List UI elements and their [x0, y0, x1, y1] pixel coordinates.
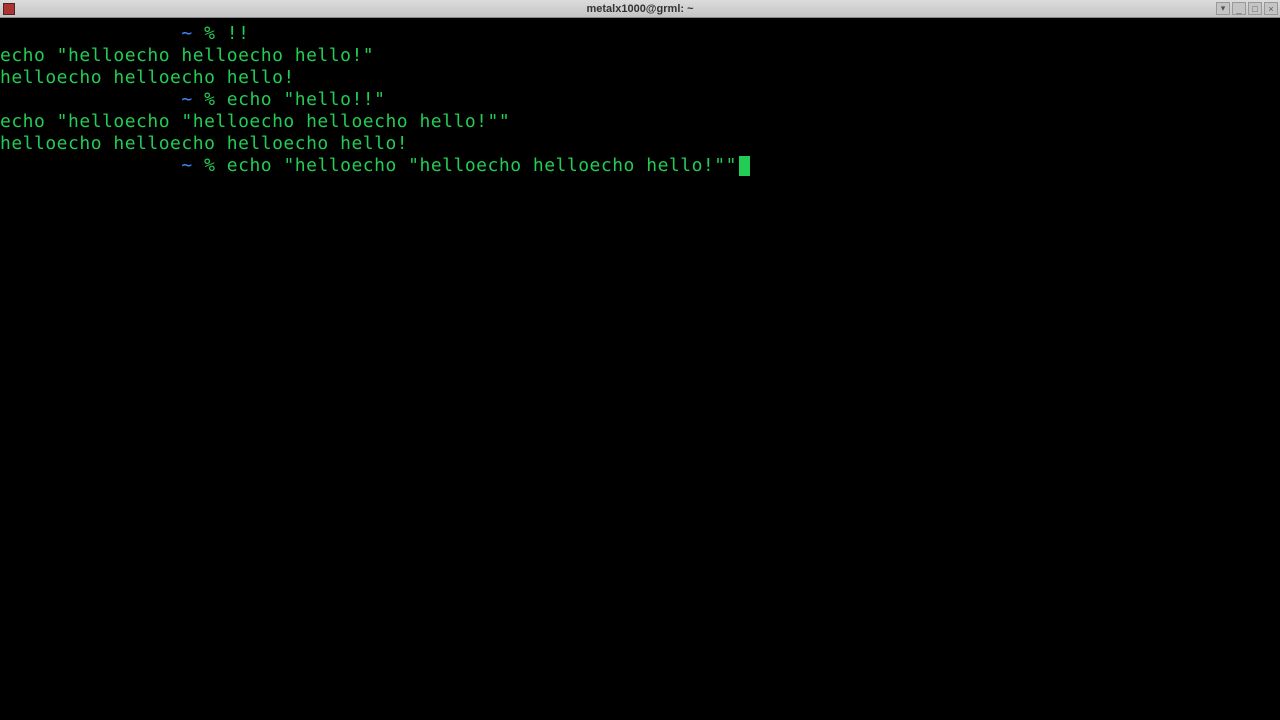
close-button[interactable]: ×	[1264, 2, 1278, 15]
terminal-line: ~ % !!	[0, 23, 1280, 45]
terminal-line: helloecho helloecho hello!	[0, 67, 1280, 89]
dropdown-button[interactable]: ▾	[1216, 2, 1230, 15]
window-titlebar: metalx1000@grml: ~ ▾ _ □ ×	[0, 0, 1280, 18]
prompt-path: ~	[181, 23, 192, 44]
window-title: metalx1000@grml: ~	[586, 3, 693, 15]
terminal-line: echo "helloecho "helloecho helloecho hel…	[0, 111, 1280, 133]
app-icon	[3, 3, 15, 15]
prompt-symbol: %	[204, 155, 215, 176]
prompt-symbol: %	[204, 23, 215, 44]
terminal-line: ~ % echo "helloecho "helloecho helloecho…	[0, 155, 1280, 177]
terminal-line: ~ % echo "hello!!"	[0, 89, 1280, 111]
maximize-button[interactable]: □	[1248, 2, 1262, 15]
command-text: !!	[227, 23, 250, 44]
terminal-area[interactable]: ~ % !! echo "helloecho helloecho hello!"…	[0, 18, 1280, 720]
prompt-symbol: %	[204, 89, 215, 110]
command-text: echo "hello!!"	[227, 89, 386, 110]
command-text: echo "helloecho "helloecho helloecho hel…	[227, 155, 737, 176]
prompt-path: ~	[181, 155, 192, 176]
terminal-line: echo "helloecho helloecho hello!"	[0, 45, 1280, 67]
minimize-button[interactable]: _	[1232, 2, 1246, 15]
window-controls: ▾ _ □ ×	[1216, 2, 1278, 15]
terminal-line: helloecho helloecho helloecho hello!	[0, 133, 1280, 155]
cursor	[739, 156, 750, 176]
prompt-path: ~	[181, 89, 192, 110]
